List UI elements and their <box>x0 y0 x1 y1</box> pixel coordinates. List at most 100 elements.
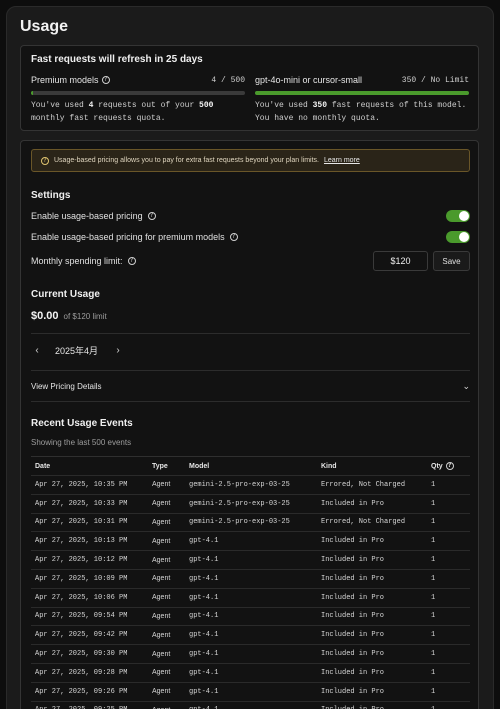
cell-kind: Included in Pro <box>321 668 385 677</box>
info-icon[interactable]: ? <box>229 233 238 241</box>
fast-requests-card: Fast requests will refresh in 25 days Pr… <box>20 45 479 131</box>
chevron-right-icon[interactable]: › <box>112 345 124 356</box>
mini-quota-name: gpt-4o-mini or cursor-small <box>255 75 363 85</box>
table-row: Apr 27, 2025, 09:54 PM Agent gpt-4.1 Includ… <box>31 608 470 627</box>
cell-kind: Included in Pro <box>321 687 385 696</box>
spending-limit-input[interactable]: $120 <box>373 251 428 271</box>
mini-quota: gpt-4o-mini or cursor-small 350 / No Lim… <box>255 74 469 125</box>
settings-title: Settings <box>31 190 71 201</box>
cell-type: Agent <box>152 612 171 620</box>
header-kind: Kind <box>321 462 337 470</box>
premium-progress-fill <box>31 91 33 95</box>
enable-usage-toggle[interactable] <box>446 210 470 222</box>
cell-kind: Included in Pro <box>321 593 385 602</box>
divider <box>31 401 470 402</box>
view-pricing-details[interactable]: View Pricing Details ⌄ <box>31 379 470 393</box>
month-navigator: ‹ 2025年4月 › <box>31 343 124 357</box>
mini-progress-bar <box>255 91 469 95</box>
cell-date: Apr 27, 2025, 09:54 PM <box>35 612 128 621</box>
cell-model: gemini-2.5-pro-exp-03-25 <box>189 518 290 527</box>
table-row: Apr 27, 2025, 09:30 PM Agent gpt-4.1 Includ… <box>31 645 470 664</box>
cell-type: Agent <box>152 594 171 602</box>
notice-text: Usage-based pricing allows you to pay fo… <box>54 157 319 164</box>
cell-date: Apr 27, 2025, 10:33 PM <box>35 499 128 508</box>
table-row: Apr 27, 2025, 09:28 PM Agent gpt-4.1 Includ… <box>31 664 470 683</box>
info-icon[interactable]: ? <box>101 76 110 84</box>
cell-type: Agent <box>152 650 171 658</box>
cell-date: Apr 27, 2025, 10:06 PM <box>35 593 128 602</box>
cell-model: gemini-2.5-pro-exp-03-25 <box>189 499 290 508</box>
info-icon[interactable]: ? <box>147 212 156 220</box>
cell-type: Agent <box>152 518 171 526</box>
info-icon: ? <box>41 156 49 165</box>
table-row: Apr 27, 2025, 10:31 PM Agent gemini-2.5-pr… <box>31 514 470 533</box>
cell-date: Apr 27, 2025, 09:30 PM <box>35 650 128 659</box>
learn-more-link[interactable]: Learn more <box>324 157 360 164</box>
table-header: Date Type Model Kind Qty ? <box>31 457 470 476</box>
mini-progress-fill <box>255 91 469 95</box>
cell-kind: Errored, Not Charged <box>321 518 406 527</box>
cell-kind: Included in Pro <box>321 574 385 583</box>
cell-qty: 1 <box>431 480 436 489</box>
cell-model: gpt-4.1 <box>189 556 219 565</box>
pricing-details-label: View Pricing Details <box>31 381 102 391</box>
info-icon[interactable]: ? <box>127 257 136 265</box>
cell-date: Apr 27, 2025, 10:12 PM <box>35 556 128 565</box>
enable-premium-toggle[interactable] <box>446 231 470 243</box>
cell-type: Agent <box>152 537 171 545</box>
cell-model: gpt-4.1 <box>189 631 219 640</box>
month-label: 2025年4月 <box>55 345 99 356</box>
cell-type: Agent <box>152 669 171 677</box>
cell-kind: Included in Pro <box>321 631 385 640</box>
table-row: Apr 27, 2025, 10:06 PM Agent gpt-4.1 Includ… <box>31 589 470 608</box>
events-subtitle: Showing the last 500 events <box>31 438 132 447</box>
premium-quota-name: Premium models <box>31 75 99 85</box>
spending-limit-label: Monthly spending limit: <box>31 256 123 266</box>
enable-usage-label: Enable usage-based pricing <box>31 211 143 221</box>
cell-model: gpt-4.1 <box>189 650 219 659</box>
cell-kind: Included in Pro <box>321 612 385 621</box>
info-icon[interactable]: ? <box>445 462 454 470</box>
cell-type: Agent <box>152 631 171 639</box>
usage-pricing-card: ? Usage-based pricing allows you to pay … <box>20 140 479 709</box>
usage-amount: $0.00 of $120 limit <box>31 310 107 322</box>
usage-events-table: Date Type Model Kind Qty ? Apr 27, 2025,… <box>31 456 470 709</box>
cell-qty: 1 <box>431 593 436 602</box>
cell-type: Agent <box>152 575 171 583</box>
cell-qty: 1 <box>431 668 436 677</box>
table-row: Apr 27, 2025, 10:13 PM Agent gpt-4.1 Includ… <box>31 532 470 552</box>
table-row: Apr 27, 2025, 09:42 PM Agent gpt-4.1 Includ… <box>31 626 470 646</box>
header-model: Model <box>189 462 210 470</box>
page-title: Usage <box>20 18 69 35</box>
cell-type: Agent <box>152 481 171 489</box>
save-button[interactable]: Save <box>433 251 470 271</box>
usage-limit-text: of $120 limit <box>63 312 107 321</box>
spending-limit-row: Monthly spending limit: ? <box>31 253 361 269</box>
cell-date: Apr 27, 2025, 10:35 PM <box>35 480 128 489</box>
cell-qty: 1 <box>431 612 436 621</box>
cell-qty: 1 <box>431 518 436 527</box>
table-row: Apr 27, 2025, 09:25 PMAgentgpt-4.1Includ… <box>31 702 470 709</box>
cell-model: gpt-4.1 <box>189 574 219 583</box>
cell-qty: 1 <box>431 687 436 696</box>
premium-quota-count: 4 / 500 <box>211 75 245 85</box>
premium-progress-bar <box>31 91 245 95</box>
chevron-left-icon[interactable]: ‹ <box>31 345 43 356</box>
enable-usage-row: Enable usage-based pricing ? <box>31 208 470 224</box>
usage-amount-value: $0.00 <box>31 310 59 322</box>
cell-kind: Included in Pro <box>321 650 385 659</box>
cell-model: gemini-2.5-pro-exp-03-25 <box>189 480 290 489</box>
refresh-title: Fast requests will refresh in 25 days <box>31 54 203 65</box>
cell-qty: 1 <box>431 650 436 659</box>
cell-model: gpt-4.1 <box>189 612 219 621</box>
table-row: Apr 27, 2025, 10:33 PM Agent gemini-2.5-pr… <box>31 495 470 514</box>
cell-kind: Errored, Not Charged <box>321 480 406 489</box>
cell-model: gpt-4.1 <box>189 593 219 602</box>
premium-quota-desc: You've used 4 requests out of your 500 m… <box>31 101 214 123</box>
enable-premium-label: Enable usage-based pricing for premium m… <box>31 232 225 242</box>
cell-date: Apr 27, 2025, 10:13 PM <box>35 537 128 546</box>
cell-date: Apr 27, 2025, 09:28 PM <box>35 668 128 677</box>
cell-type: Agent <box>152 500 171 508</box>
toggle-knob <box>459 232 469 242</box>
divider <box>31 370 470 371</box>
